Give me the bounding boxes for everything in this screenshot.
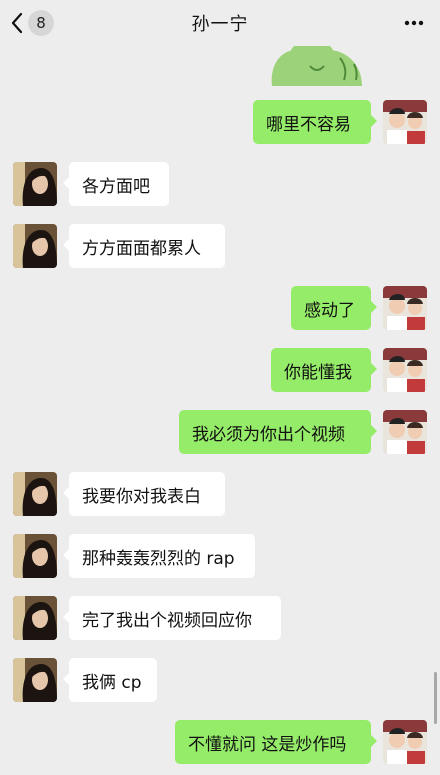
contact-avatar-icon — [13, 658, 57, 702]
scrollbar[interactable] — [434, 672, 437, 724]
received-message-row: 方方面面都累人 — [0, 220, 440, 272]
received-message-row: 我俩 cp — [0, 654, 440, 706]
received-message-row: 完了我出个视频回应你 — [0, 592, 440, 644]
received-message-row: 各方面吧 — [0, 158, 440, 210]
message-bubble[interactable]: 我俩 cp — [63, 658, 157, 702]
my-avatar[interactable] — [383, 348, 427, 392]
frog-sticker-image[interactable] — [262, 40, 372, 86]
user-avatar-icon — [383, 348, 427, 392]
unread-count-badge: 8 — [28, 10, 54, 36]
message-bubble[interactable]: 各方面吧 — [63, 162, 169, 206]
contact-avatar-icon — [13, 224, 57, 268]
contact-avatar[interactable] — [13, 472, 57, 516]
received-message-row: 我要你对我表白 — [0, 468, 440, 520]
my-avatar[interactable] — [383, 286, 427, 330]
message-bubble[interactable]: 我要你对我表白 — [63, 472, 225, 516]
more-button[interactable] — [404, 14, 424, 36]
contact-avatar-icon — [13, 472, 57, 516]
contact-avatar-icon — [13, 162, 57, 206]
contact-avatar[interactable] — [13, 534, 57, 578]
frog-sticker-icon — [271, 44, 362, 86]
user-avatar-icon — [383, 100, 427, 144]
message-bubble[interactable]: 我必须为你出个视频 — [179, 410, 377, 454]
my-avatar[interactable] — [383, 720, 427, 764]
user-avatar-icon — [383, 286, 427, 330]
contact-avatar[interactable] — [13, 658, 57, 702]
my-avatar[interactable] — [383, 410, 427, 454]
my-avatar[interactable] — [383, 100, 427, 144]
user-avatar-icon — [383, 410, 427, 454]
back-button[interactable]: 8 — [10, 8, 54, 38]
message-bubble[interactable]: 不懂就问 这是炒作吗 — [175, 720, 377, 764]
contact-avatar-icon — [13, 534, 57, 578]
message-bubble[interactable]: 感动了 — [291, 286, 377, 330]
chevron-left-icon — [11, 12, 23, 34]
sent-message-row: 哪里不容易 — [0, 96, 440, 148]
sent-message-row: 我必须为你出个视频 — [0, 406, 440, 458]
chat-title: 孙一宁 — [191, 14, 249, 35]
more-dots-icon — [404, 20, 424, 26]
user-avatar-icon — [383, 720, 427, 764]
received-message-row: 那种轰轰烈烈的 rap — [0, 530, 440, 582]
sent-message-row: 你能懂我 — [0, 344, 440, 396]
contact-avatar[interactable] — [13, 596, 57, 640]
contact-avatar-icon — [13, 596, 57, 640]
message-bubble[interactable]: 方方面面都累人 — [63, 224, 225, 268]
message-bubble[interactable]: 那种轰轰烈烈的 rap — [63, 534, 255, 578]
message-bubble[interactable]: 你能懂我 — [271, 348, 377, 392]
contact-avatar[interactable] — [13, 224, 57, 268]
sent-message-row: 感动了 — [0, 282, 440, 334]
sent-message-row: 不懂就问 这是炒作吗 — [0, 716, 440, 768]
chat-header: 8 孙一宁 — [0, 0, 440, 46]
message-bubble[interactable]: 完了我出个视频回应你 — [63, 596, 281, 640]
message-bubble[interactable]: 哪里不容易 — [253, 100, 377, 144]
contact-avatar[interactable] — [13, 162, 57, 206]
